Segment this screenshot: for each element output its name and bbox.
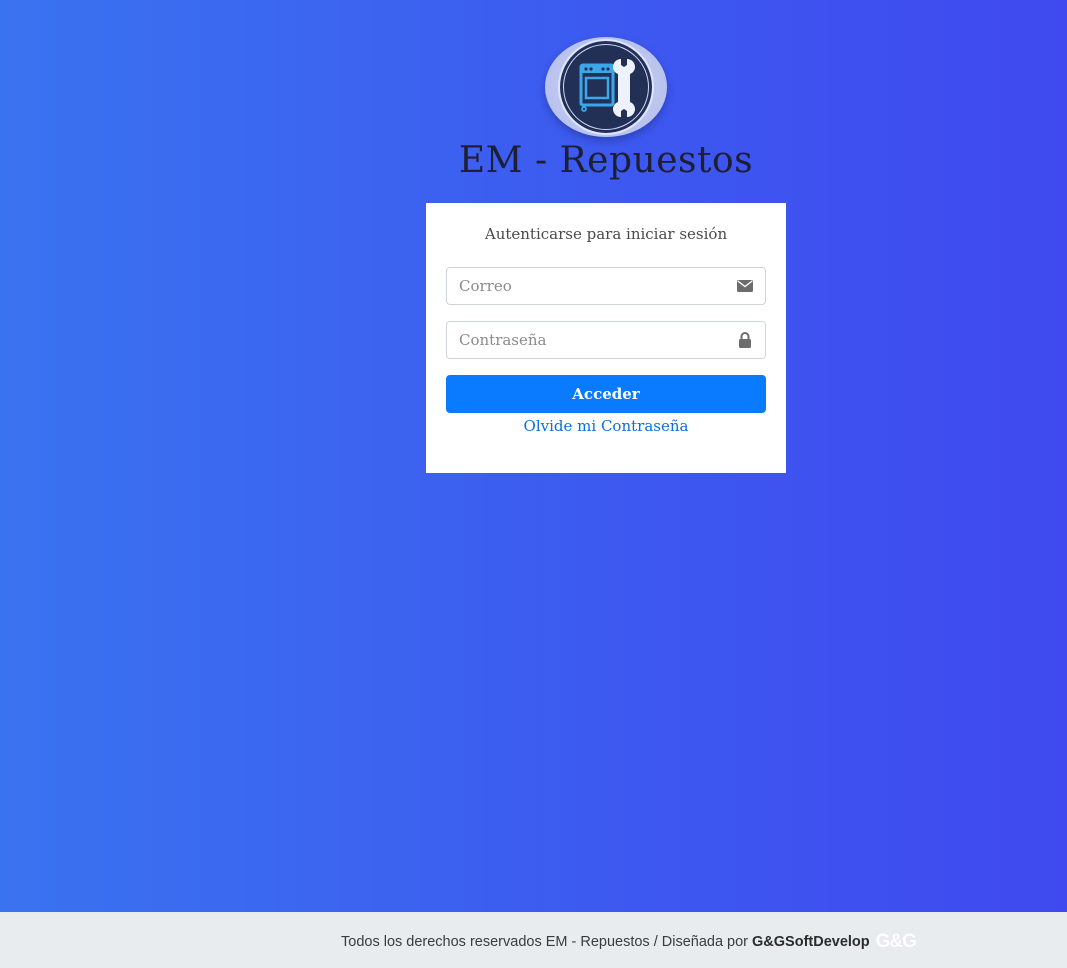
email-field-group xyxy=(446,267,766,305)
footer-copyright: Todos los derechos reservados EM - Repue… xyxy=(341,934,749,950)
login-card: Autenticarse para iniciar sesión Acceder… xyxy=(426,203,786,473)
password-field-group xyxy=(446,321,766,359)
brand-title: EM - Repuestos xyxy=(458,140,754,181)
stove-wrench-icon xyxy=(558,39,654,135)
login-message: Autenticarse para iniciar sesión xyxy=(484,225,728,243)
footer-text: Todos los derechos reservados EM - Repue… xyxy=(341,931,917,953)
footer-company: G&GSoftDevelop xyxy=(752,934,870,950)
login-button[interactable]: Acceder xyxy=(446,375,766,413)
forgot-password-link[interactable]: Olvide mi Contraseña xyxy=(426,417,786,435)
password-field[interactable] xyxy=(447,322,725,358)
company-logo: G&G xyxy=(875,931,917,952)
envelope-icon xyxy=(725,268,765,304)
brand-logo xyxy=(545,37,667,137)
footer: Todos los derechos reservados EM - Repue… xyxy=(0,912,1067,968)
lock-icon xyxy=(725,322,765,358)
email-field[interactable] xyxy=(447,268,725,304)
